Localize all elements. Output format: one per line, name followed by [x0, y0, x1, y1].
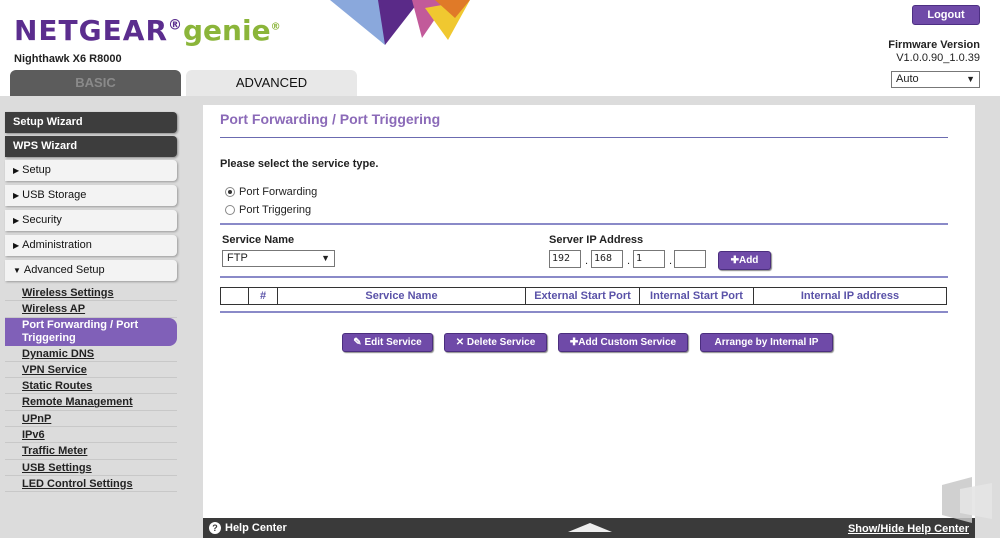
sidebar-subitem-wireless-settings[interactable]: Wireless Settings — [5, 285, 177, 302]
add-button[interactable]: ✚Add — [718, 251, 771, 270]
sidebar-subitem-static-routes[interactable]: Static Routes — [5, 378, 177, 395]
sidebar: Setup Wizard WPS Wizard ▶ Setup ▶ USB Stor… — [5, 112, 177, 493]
service-name-label: Service Name — [222, 234, 295, 246]
expand-triangle-icon: ▶ — [13, 216, 20, 225]
radio-label: Port Forwarding — [239, 186, 318, 198]
sidebar-subitem-traffic-meter[interactable]: Traffic Meter — [5, 443, 177, 460]
firmware-value: V1.0.0.90_1.0.39 — [896, 52, 980, 64]
pencil-icon: ✎ — [353, 337, 365, 348]
tab-advanced[interactable]: ADVANCED — [186, 70, 357, 96]
add-custom-service-button[interactable]: ✚Add Custom Service — [558, 333, 688, 352]
radio-label: Port Triggering — [239, 204, 312, 216]
sidebar-item-advanced-setup[interactable]: ▼ Advanced Setup — [5, 260, 177, 281]
sidebar-item-label: USB Storage — [22, 189, 87, 201]
expand-help-arrow-icon[interactable] — [568, 523, 612, 532]
edit-service-label: Edit Service — [364, 337, 422, 348]
ip-separator: . — [585, 255, 589, 267]
content-panel: Port Forwarding / Port Triggering Please… — [203, 105, 975, 518]
sidebar-item-setup-wizard[interactable]: Setup Wizard — [5, 112, 177, 133]
title-divider — [220, 137, 948, 138]
service-type-prompt: Please select the service type. — [220, 158, 379, 170]
firmware-label: Firmware Version — [888, 39, 980, 51]
sidebar-subitem-ipv6[interactable]: IPv6 — [5, 427, 177, 444]
add-label: Add — [738, 255, 759, 266]
registered-mark: ® — [168, 17, 183, 34]
logout-button[interactable]: Logout — [912, 5, 980, 25]
service-name-value: FTP — [227, 252, 248, 264]
radio-port-forwarding[interactable]: Port Forwarding — [225, 186, 317, 198]
delete-service-button[interactable]: ✕ Delete Service — [444, 333, 547, 352]
help-center-link[interactable]: ? Help Center — [209, 522, 287, 534]
sidebar-item-label: Administration — [22, 239, 92, 251]
sidebar-item-wps-wizard[interactable]: WPS Wizard — [5, 136, 177, 157]
expand-triangle-icon: ▶ — [13, 241, 20, 250]
ip-separator: . — [627, 255, 631, 267]
language-value: Auto — [896, 73, 919, 85]
expand-triangle-icon: ▶ — [13, 166, 20, 175]
sidebar-item-label: Advanced Setup — [23, 264, 105, 276]
question-icon: ? — [209, 522, 221, 534]
sidebar-subitem-usb-settings[interactable]: USB Settings — [5, 459, 177, 476]
sidebar-subitem-dynamic-dns[interactable]: Dynamic DNS — [5, 345, 177, 362]
help-footer: ? Help Center Show/Hide Help Center — [203, 518, 975, 538]
sidebar-subitem-wireless-ap[interactable]: Wireless AP — [5, 301, 177, 318]
section-divider — [220, 223, 948, 225]
model-name: Nighthawk X6 R8000 — [14, 53, 122, 65]
collapse-triangle-icon: ▼ — [13, 266, 21, 275]
help-center-label: Help Center — [225, 522, 287, 534]
dropdown-arrow-icon: ▼ — [321, 253, 330, 263]
radio-button-unchecked[interactable] — [225, 205, 235, 215]
server-ip-label: Server IP Address — [549, 234, 644, 246]
ip-octet-1-input[interactable]: 192 — [549, 250, 581, 268]
dropdown-arrow-icon: ▼ — [966, 74, 975, 84]
brand-suffix: genie — [183, 14, 271, 47]
section-divider — [220, 276, 948, 278]
language-select[interactable]: Auto ▼ — [891, 71, 980, 88]
registered-mark-genie: ® — [270, 21, 282, 33]
sidebar-subitem-port-forwarding[interactable]: Port Forwarding / Port Triggering — [5, 317, 177, 346]
table-header-internal-ip: Internal IP address — [800, 290, 900, 302]
ip-octet-2-input[interactable]: 168 — [591, 250, 623, 268]
netgear-genie-logo: NETGEAR®genie® — [14, 14, 282, 47]
page-title: Port Forwarding / Port Triggering — [220, 111, 441, 127]
sidebar-item-label: Security — [22, 214, 62, 226]
ip-octet-3-input[interactable]: 1 — [633, 250, 665, 268]
sidebar-item-administration[interactable]: ▶ Administration — [5, 235, 177, 256]
sidebar-item-usb-storage[interactable]: ▶ USB Storage — [5, 185, 177, 206]
table-divider — [220, 311, 948, 313]
sidebar-item-setup[interactable]: ▶ Setup — [5, 160, 177, 181]
sidebar-subitem-upnp[interactable]: UPnP — [5, 410, 177, 428]
delete-service-label: Delete Service — [466, 337, 536, 348]
sidebar-subitem-vpn-service[interactable]: VPN Service — [5, 361, 177, 379]
header: NETGEAR®genie® Nighthawk X6 R8000 Logout… — [0, 0, 1000, 96]
sidebar-subitem-led-control-settings[interactable]: LED Control Settings — [5, 475, 177, 493]
decorative-shapes-icon — [330, 0, 470, 45]
tab-basic[interactable]: BASIC — [10, 70, 181, 96]
arrange-by-ip-button[interactable]: Arrange by Internal IP — [700, 333, 833, 352]
ip-separator: . — [669, 255, 673, 267]
sidebar-item-security[interactable]: ▶ Security — [5, 210, 177, 231]
plus-icon: ✚ — [730, 255, 739, 266]
radio-button-checked[interactable] — [225, 187, 235, 197]
service-name-select[interactable]: FTP ▼ — [222, 250, 335, 267]
sidebar-subitem-remote-management[interactable]: Remote Management — [5, 394, 177, 411]
expand-triangle-icon: ▶ — [13, 191, 20, 200]
edit-service-button[interactable]: ✎ Edit Service — [342, 333, 433, 352]
watermark-logo-icon — [942, 477, 992, 523]
port-forwarding-table: # Service Name External Start Port Inter… — [220, 287, 947, 305]
table-header-external-start-port: External Start Port — [526, 288, 640, 304]
sidebar-item-label: Setup — [22, 164, 51, 176]
table-header-internal-start-port: Internal Start Port — [640, 288, 754, 304]
advanced-setup-submenu: Wireless Settings Wireless AP Port Forwa… — [5, 285, 177, 493]
x-icon: ✕ — [455, 337, 467, 348]
ip-octet-4-input[interactable] — [674, 250, 706, 268]
brand-name: NETGEAR — [14, 14, 168, 47]
radio-port-triggering[interactable]: Port Triggering — [225, 204, 311, 216]
table-header-number: # — [249, 288, 278, 304]
table-header-select — [221, 288, 249, 304]
table-header-service-name: Service Name — [278, 288, 526, 304]
add-custom-service-label: Add Custom Service — [578, 337, 677, 348]
